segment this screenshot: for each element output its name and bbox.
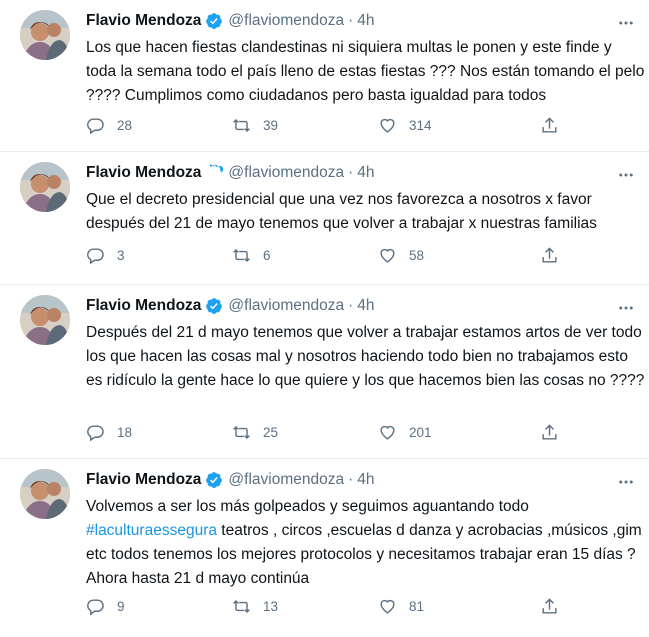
author-handle[interactable]: @flaviomendoza — [228, 164, 344, 182]
timestamp[interactable]: 4h — [357, 12, 374, 30]
reply-button[interactable]: 18 — [86, 423, 232, 442]
avatar[interactable] — [20, 295, 70, 345]
like-button[interactable]: 58 — [378, 246, 540, 265]
reply-count: 9 — [117, 599, 125, 614]
separator-dot: · — [348, 12, 354, 29]
share-icon — [542, 117, 557, 133]
tweet-text: Volvemos a ser los más golpeados y segui… — [86, 495, 646, 591]
share-button[interactable] — [540, 423, 559, 442]
tweet-text: Que el decreto presidencial que una vez … — [86, 191, 597, 232]
timeline: Flavio Mendoza @flaviomendoza · 4h Los q… — [0, 0, 649, 637]
reply-icon — [87, 248, 104, 265]
retweet-count: 25 — [263, 425, 279, 440]
avatar[interactable] — [20, 10, 70, 60]
like-count: 201 — [409, 425, 432, 440]
avatar[interactable] — [20, 469, 70, 519]
separator-dot: · — [348, 164, 354, 181]
author-name[interactable]: Flavio Mendoza — [86, 164, 201, 182]
reply-icon — [87, 118, 104, 135]
tweet-header: Flavio Mendoza @flaviomendoza · 4h — [86, 162, 633, 184]
retweet-button[interactable]: 13 — [232, 597, 378, 616]
avatar[interactable] — [20, 162, 70, 212]
separator-dot: · — [348, 471, 354, 488]
tweet[interactable]: Flavio Mendoza @flaviomendoza · 4h Despu… — [0, 285, 649, 459]
retweet-count: 13 — [263, 599, 279, 614]
hashtag-link[interactable]: #laculturaessegura — [86, 522, 217, 539]
verified-badge-icon — [210, 164, 224, 177]
reply-icon — [87, 599, 104, 616]
heart-icon — [380, 599, 395, 614]
tweet-text: Los que hacen fiestas clandestinas ni si… — [86, 39, 645, 104]
share-button[interactable] — [540, 246, 559, 265]
retweet-icon — [233, 599, 250, 614]
verified-badge-icon — [206, 13, 223, 29]
reply-button[interactable]: 28 — [86, 116, 232, 135]
retweet-icon — [233, 425, 250, 440]
separator-dot: · — [348, 297, 354, 314]
more-options-icon[interactable] — [617, 473, 635, 491]
like-count: 58 — [409, 248, 425, 263]
tweet-header: Flavio Mendoza @flaviomendoza · 4h — [86, 295, 633, 317]
reply-count: 3 — [117, 248, 125, 263]
more-options-icon[interactable] — [617, 14, 635, 32]
timestamp[interactable]: 4h — [357, 297, 374, 315]
retweet-icon — [233, 248, 250, 263]
like-count: 81 — [409, 599, 425, 614]
tweet-header: Flavio Mendoza @flaviomendoza · 4h — [86, 10, 633, 32]
retweet-button[interactable]: 6 — [232, 246, 378, 265]
author-handle[interactable]: @flaviomendoza — [228, 12, 344, 30]
tweet-header: Flavio Mendoza @flaviomendoza · 4h — [86, 469, 633, 491]
more-options-icon[interactable] — [617, 166, 635, 184]
tweet-actions: 9 13 81 — [86, 597, 559, 616]
author-name[interactable]: Flavio Mendoza — [86, 297, 201, 315]
retweet-button[interactable]: 39 — [232, 116, 378, 135]
heart-icon — [380, 425, 395, 440]
reply-count: 28 — [117, 118, 133, 133]
more-options-icon[interactable] — [617, 299, 635, 317]
tweet-text: Después del 21 d mayo tenemos que volver… — [86, 324, 645, 389]
like-count: 314 — [409, 118, 432, 133]
tweet[interactable]: Flavio Mendoza @flaviomendoza · 4h Los q… — [0, 0, 649, 152]
tweet-actions: 28 39 314 — [86, 116, 559, 135]
retweet-count: 39 — [263, 118, 279, 133]
like-button[interactable]: 201 — [378, 423, 540, 442]
share-button[interactable] — [540, 597, 559, 616]
tweet-actions: 3 6 58 — [86, 246, 559, 265]
tweet[interactable]: Flavio Mendoza @flaviomendoza · 4h Volve… — [0, 459, 649, 637]
share-icon — [542, 424, 557, 440]
author-handle[interactable]: @flaviomendoza — [228, 471, 344, 489]
timestamp[interactable]: 4h — [357, 164, 374, 182]
like-button[interactable]: 81 — [378, 597, 540, 616]
retweet-count: 6 — [263, 248, 271, 263]
author-handle[interactable]: @flaviomendoza — [228, 297, 344, 315]
heart-icon — [380, 248, 395, 263]
tweet-text-part: Volvemos a ser los más golpeados y segui… — [86, 498, 529, 515]
verified-badge-icon — [206, 472, 223, 488]
reply-button[interactable]: 9 — [86, 597, 232, 616]
share-icon — [542, 598, 557, 614]
retweet-button[interactable]: 25 — [232, 423, 378, 442]
timestamp[interactable]: 4h — [357, 471, 374, 489]
author-name[interactable]: Flavio Mendoza — [86, 471, 201, 489]
retweet-icon — [233, 118, 250, 133]
share-icon — [542, 247, 557, 263]
author-name[interactable]: Flavio Mendoza — [86, 12, 201, 30]
heart-icon — [380, 118, 395, 133]
tweet[interactable]: Flavio Mendoza @flaviomendoza · 4h Que e… — [0, 152, 649, 285]
tweet-actions: 18 25 201 — [86, 423, 559, 442]
share-button[interactable] — [540, 116, 559, 135]
like-button[interactable]: 314 — [378, 116, 540, 135]
verified-badge-icon — [206, 298, 223, 314]
reply-count: 18 — [117, 425, 133, 440]
reply-icon — [87, 425, 104, 442]
reply-button[interactable]: 3 — [86, 246, 232, 265]
